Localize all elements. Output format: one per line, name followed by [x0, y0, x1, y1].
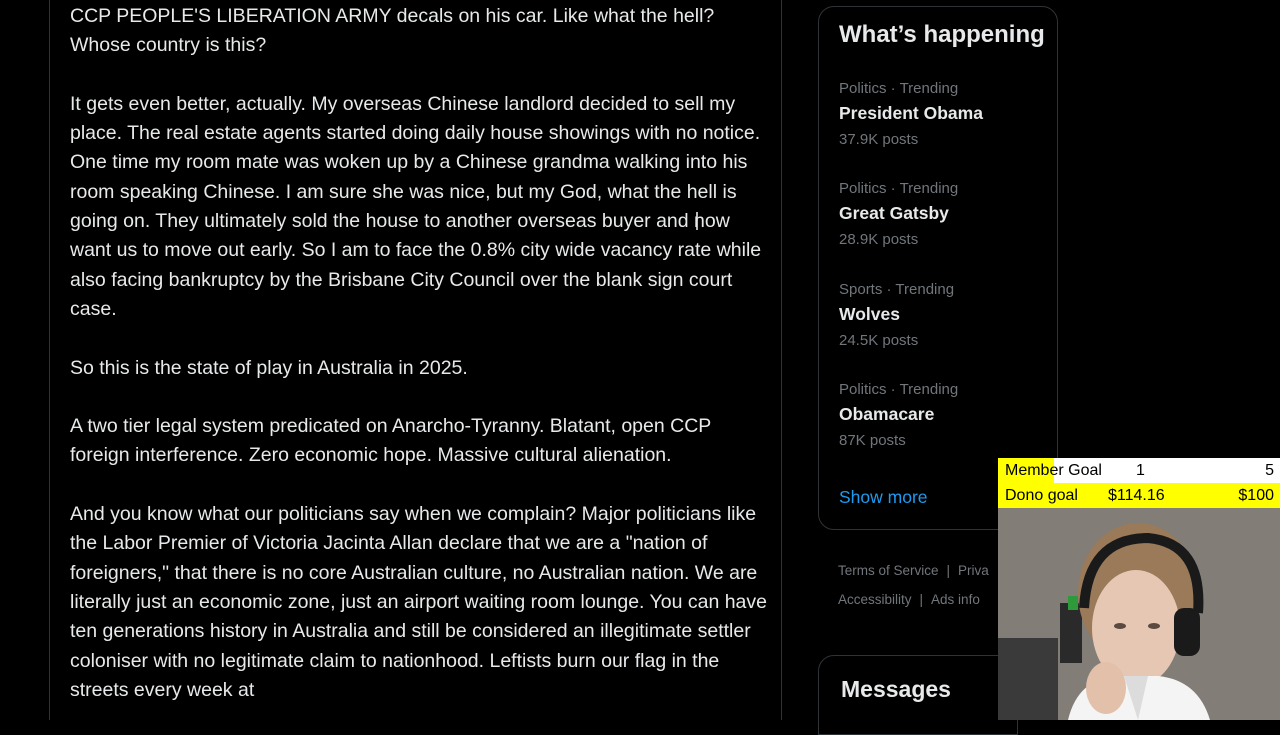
- member-goal-label: Member Goal: [1005, 462, 1102, 479]
- dono-goal-target: $100: [1238, 487, 1274, 504]
- text-cursor-icon: [696, 212, 698, 230]
- trend-item[interactable]: Sports · Trending Wolves 24.5K posts: [839, 280, 1049, 354]
- panel-title: What’s happening: [839, 21, 1045, 48]
- tweet-paragraph: So this is the state of play in Australi…: [70, 356, 468, 379]
- ads-info-link[interactable]: Ads info: [931, 592, 980, 607]
- trend-name: Wolves: [839, 304, 900, 324]
- messages-drawer[interactable]: Messages: [818, 655, 1018, 735]
- trend-meta: Politics · Trending: [839, 381, 959, 398]
- show-more-link[interactable]: Show more: [839, 487, 928, 508]
- trend-meta: Sports · Trending: [839, 281, 955, 298]
- footer-links: Terms of Service | Priva Accessibility | Ads…: [838, 556, 1008, 614]
- trend-item[interactable]: Politics · Trending President Obama 37.9…: [839, 79, 1049, 153]
- trend-count: 24.5K posts: [839, 332, 919, 349]
- trend-meta: Politics · Trending: [839, 180, 959, 197]
- footer-separator: |: [919, 592, 924, 607]
- trend-name: Obamacare: [839, 404, 935, 424]
- trend-item[interactable]: Politics · Trending Obamacare 87K posts: [839, 380, 1049, 454]
- trend-name: Great Gatsby: [839, 203, 949, 223]
- trend-count: 87K posts: [839, 432, 906, 449]
- tweet-paragraph: CCP PEOPLE'S LIBERATION ARMY decals on h…: [70, 5, 715, 57]
- trend-count: 28.9K posts: [839, 231, 919, 248]
- footer-separator: |: [946, 563, 951, 578]
- dono-goal-bar: Dono goal $114.16 $100: [998, 483, 1280, 508]
- stream-goals-overlay: Member Goal 1 5 Dono goal $114.16 $100: [998, 458, 1280, 508]
- member-goal-target: 5: [1265, 462, 1274, 479]
- tweet-column: CCP PEOPLE'S LIBERATION ARMY decals on h…: [49, 0, 782, 720]
- dono-goal-current: $114.16: [1108, 487, 1165, 504]
- trend-item[interactable]: Politics · Trending Great Gatsby 28.9K p…: [839, 179, 1049, 253]
- dono-goal-label: Dono goal: [1005, 487, 1078, 504]
- accessibility-link[interactable]: Accessibility: [838, 592, 912, 607]
- member-goal-current: 1: [1136, 462, 1145, 479]
- member-goal-bar: Member Goal 1 5: [998, 458, 1280, 483]
- trend-count: 37.9K posts: [839, 131, 919, 148]
- tweet-text: CCP PEOPLE'S LIBERATION ARMY decals on h…: [70, 2, 770, 734]
- tweet-paragraph: And you know what our politicians say wh…: [70, 503, 767, 701]
- streamer-image: [998, 508, 1280, 720]
- whats-happening-panel: What’s happening Politics · Trending Pre…: [818, 6, 1058, 530]
- terms-link[interactable]: Terms of Service: [838, 563, 939, 578]
- trend-name: President Obama: [839, 103, 983, 123]
- tweet-paragraph: A two tier legal system predicated on An…: [70, 415, 711, 467]
- tweet-paragraph: It gets even better, actually. My overse…: [70, 92, 762, 320]
- privacy-link[interactable]: Priva: [958, 563, 989, 578]
- webcam-feed: [998, 508, 1280, 720]
- trend-meta: Politics · Trending: [839, 80, 959, 97]
- messages-title: Messages: [841, 676, 951, 702]
